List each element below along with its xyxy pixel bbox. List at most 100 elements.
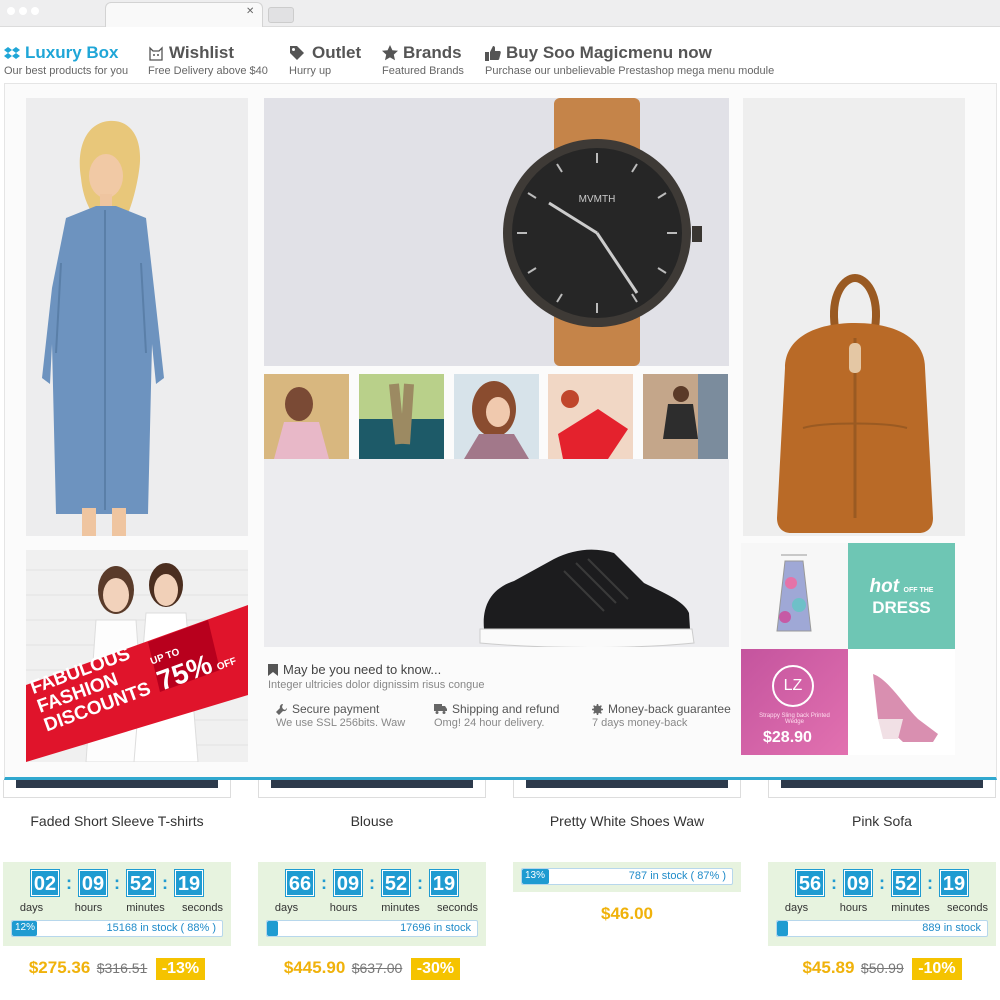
product-image[interactable] [3, 780, 231, 798]
nav-item-brands[interactable]: Brands Featured Brands [382, 43, 464, 77]
nav-title-luxury-box: Luxury Box [25, 43, 119, 62]
countdown-minutes: 52 [382, 870, 410, 896]
dropbox-icon [4, 46, 20, 59]
product-image[interactable] [513, 780, 741, 798]
product-image[interactable] [768, 780, 996, 798]
lz-logo: LZ [772, 665, 814, 707]
browser-title-bar: ✕ [0, 0, 1000, 28]
nav-subtitle: Our best products for you [4, 65, 129, 77]
label-minutes: minutes [891, 902, 930, 914]
countdown-seconds: 19 [940, 870, 968, 896]
feature-title: Money-back guarantee [608, 702, 731, 716]
nav-item-buy-magicmenu[interactable]: Buy Soo Magicmenu now Purchase our unbel… [485, 43, 774, 77]
product-card[interactable]: Faded Short Sleeve T-shirts 02: 09: 52: … [3, 780, 231, 980]
discount-badge: -10% [912, 958, 962, 980]
star-icon [382, 45, 398, 61]
price-row: $45.89 $50.99 -10% [768, 958, 996, 980]
nav-item-wishlist[interactable]: Wishlist Free Delivery above $40 [148, 43, 268, 77]
feature-secure-payment: Secure payment We use SSL 256bits. Waw [276, 702, 405, 729]
thumbs-up-icon [485, 46, 501, 61]
model-thumbnail[interactable] [454, 374, 539, 459]
product-card[interactable]: Pink Sofa 56: 09: 52: 19 days hours minu… [768, 780, 996, 980]
truck-icon [434, 704, 447, 714]
price: $275.36 [28, 958, 91, 977]
stock-text: 15168 in stock ( 88% ) [106, 922, 216, 934]
cat-icon [149, 46, 163, 61]
info-block: May be you need to know... Integer ultri… [268, 662, 738, 691]
feature-shipping: Shipping and refund Omg! 24 hour deliver… [434, 702, 559, 729]
stock-bar: 13% 787 in stock ( 87% ) [521, 868, 733, 885]
backpack-image[interactable] [743, 98, 965, 536]
stock-text: 17696 in stock [400, 922, 471, 934]
stock-bar-fill [267, 921, 278, 936]
promo-off: OFF [215, 655, 239, 674]
price: $46.00 [601, 904, 653, 923]
fashion-discount-banner[interactable]: FABULOUS FASHION DISCOUNTS UP TO 75% OFF [26, 550, 248, 762]
watch-image[interactable]: MVMTH [264, 98, 729, 366]
countdown-seconds: 19 [430, 870, 458, 896]
countdown-days: 66 [286, 870, 314, 896]
feature-title: Secure payment [292, 702, 380, 716]
mega-menu-dropdown: FABULOUS FASHION DISCOUNTS UP TO 75% OFF… [4, 83, 997, 780]
product-name[interactable]: Blouse [258, 813, 486, 829]
window-close-dot[interactable] [7, 7, 15, 15]
tab-close-icon[interactable]: ✕ [246, 6, 254, 17]
wedge-shoe-tile[interactable] [848, 649, 955, 755]
nav-title-buy-magicmenu: Buy Soo Magicmenu now [506, 43, 712, 62]
new-tab-button[interactable] [268, 7, 294, 23]
countdown-digits: 02: 09: 52: 19 [3, 870, 231, 896]
nav-item-luxury-box[interactable]: Luxury Box Our best products for you [4, 43, 128, 77]
stock-bar-fill [777, 921, 788, 936]
model-thumbnail[interactable] [264, 374, 349, 459]
wedge-promo-tile[interactable]: LZ Strappy Sling back Printed Wedge $28.… [741, 649, 848, 755]
hot-off-the-dress-tile[interactable]: hot OFF THE DRESS [848, 543, 955, 649]
label-seconds: seconds [437, 902, 478, 914]
product-name[interactable]: Pink Sofa [768, 813, 996, 829]
tags-icon [290, 46, 304, 60]
label-days: days [19, 902, 44, 914]
countdown-seconds: 19 [175, 870, 203, 896]
stock-text: 787 in stock ( 87% ) [628, 870, 726, 882]
product-card[interactable]: Pretty White Shoes Waw 13% 787 in stock … [513, 780, 741, 923]
nav-item-outlet[interactable]: Outlet Hurry up [289, 43, 361, 77]
countdown-box: 56: 09: 52: 19 days hours minutes second… [768, 862, 996, 946]
countdown-digits: 56: 09: 52: 19 [768, 870, 996, 896]
bookmark-icon [268, 663, 278, 676]
product-name[interactable]: Pretty White Shoes Waw [513, 813, 741, 829]
nav-title-brands: Brands [403, 43, 462, 62]
model-thumbnail[interactable] [643, 374, 728, 459]
label-hours: hours [329, 902, 358, 914]
browser-tab[interactable] [105, 2, 263, 28]
model-thumbnail[interactable] [548, 374, 633, 459]
countdown-labels: days hours minutes seconds [258, 902, 486, 914]
off-the-text: OFF THE [903, 587, 934, 594]
countdown-hours: 09 [79, 870, 107, 896]
stock-text: 889 in stock [922, 922, 981, 934]
sneaker-image[interactable] [264, 459, 729, 647]
model-thumbnail[interactable] [359, 374, 444, 459]
countdown-box: 66: 09: 52: 19 days hours minutes second… [258, 862, 486, 946]
countdown-labels: days hours minutes seconds [768, 902, 996, 914]
product-name[interactable]: Faded Short Sleeve T-shirts [3, 813, 231, 829]
label-hours: hours [839, 902, 868, 914]
mega-menu-nav: Luxury Box Our best products for you Wis… [0, 27, 1000, 83]
dress-text: DRESS [872, 598, 931, 617]
label-days: days [784, 902, 809, 914]
product-card[interactable]: Blouse 66: 09: 52: 19 days hours minutes… [258, 780, 486, 980]
price-row: $46.00 [513, 904, 741, 924]
countdown-minutes: 52 [892, 870, 920, 896]
product-image[interactable] [258, 780, 486, 798]
wrench-icon [276, 703, 287, 715]
old-price: $637.00 [351, 960, 403, 976]
window-zoom-dot[interactable] [31, 7, 39, 15]
stock-bar: 12% 15168 in stock ( 88% ) [11, 920, 223, 937]
wedge-price: $28.90 [763, 729, 812, 746]
wedge-caption: Strappy Sling back Printed Wedge [759, 713, 830, 725]
hot-text: hot [869, 576, 900, 597]
window-minimize-dot[interactable] [19, 7, 27, 15]
cog-icon [592, 703, 603, 715]
label-hours: hours [74, 902, 103, 914]
denim-dress-image[interactable] [26, 98, 248, 536]
nav-title-outlet: Outlet [312, 43, 362, 62]
floral-dress-tile[interactable] [741, 543, 848, 649]
